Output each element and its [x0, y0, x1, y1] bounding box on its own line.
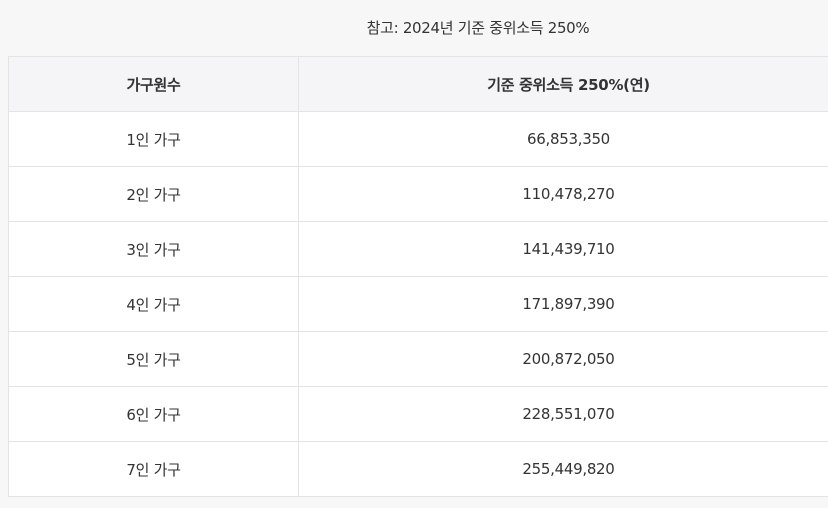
income-cell: 66,853,350	[298, 111, 828, 167]
median-income-table: 가구원수 기준 중위소득 250%(연) 1인 가구 66,853,350 2인…	[8, 56, 828, 497]
household-size-cell: 1인 가구	[8, 111, 299, 167]
table-row: 5인 가구 200,872,050	[8, 331, 828, 387]
table-row: 3인 가구 141,439,710	[8, 221, 828, 277]
household-size-cell: 4인 가구	[8, 276, 299, 332]
header-household-size: 가구원수	[8, 56, 299, 112]
table-row: 6인 가구 228,551,070	[8, 386, 828, 442]
table-row: 2인 가구 110,478,270	[8, 166, 828, 222]
income-cell: 200,872,050	[298, 331, 828, 387]
table-caption: 참고: 2024년 기준 중위소득 250%	[366, 19, 590, 37]
household-size-cell: 5인 가구	[8, 331, 299, 387]
header-median-income: 기준 중위소득 250%(연)	[298, 56, 828, 112]
table-row: 4인 가구 171,897,390	[8, 276, 828, 332]
household-size-cell: 3인 가구	[8, 221, 299, 277]
income-cell: 255,449,820	[298, 441, 828, 497]
table-header-row: 가구원수 기준 중위소득 250%(연)	[8, 56, 828, 112]
income-cell: 110,478,270	[298, 166, 828, 222]
table-row: 7인 가구 255,449,820	[8, 441, 828, 497]
table-row: 1인 가구 66,853,350	[8, 111, 828, 167]
household-size-cell: 7인 가구	[8, 441, 299, 497]
income-cell: 228,551,070	[298, 386, 828, 442]
household-size-cell: 2인 가구	[8, 166, 299, 222]
income-cell: 141,439,710	[298, 221, 828, 277]
income-cell: 171,897,390	[298, 276, 828, 332]
household-size-cell: 6인 가구	[8, 386, 299, 442]
